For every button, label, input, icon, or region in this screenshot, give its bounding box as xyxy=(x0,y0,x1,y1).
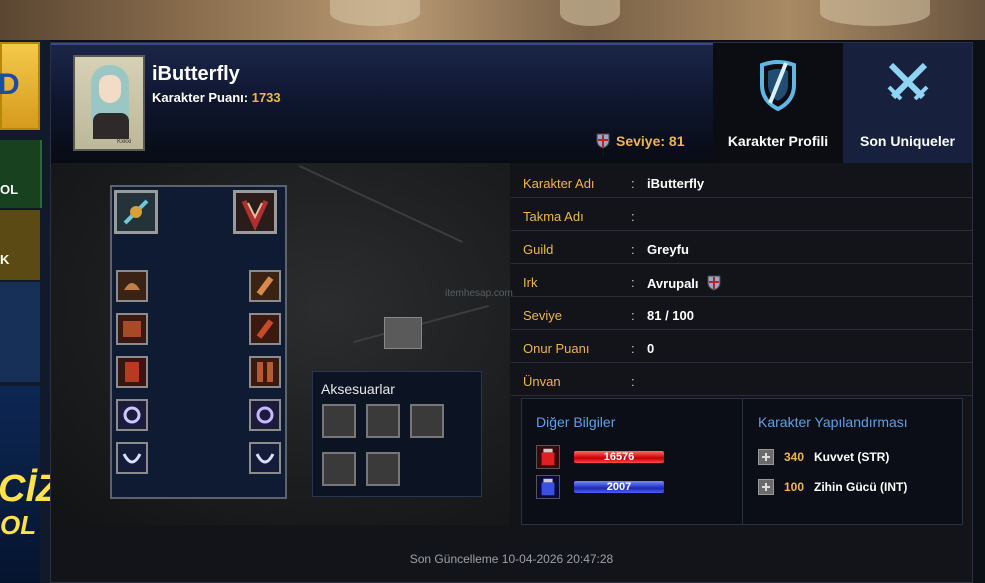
accessory-slot[interactable] xyxy=(322,404,356,438)
info-value: 81 / 100 xyxy=(647,308,694,323)
watermark: itemhesap.com xyxy=(445,288,513,299)
info-value: Greyfu xyxy=(647,242,689,257)
character-score-label: Karakter Puanı: xyxy=(152,90,249,105)
equipment-slot-shoulder[interactable] xyxy=(116,313,148,345)
sidebar-olive-button[interactable]: K xyxy=(0,210,40,280)
equipment-slot-necklace[interactable] xyxy=(116,442,148,474)
info-separator: : xyxy=(631,209,635,224)
background-roof xyxy=(820,0,930,26)
plus-icon xyxy=(758,449,774,465)
equipment-slot-weapon[interactable] xyxy=(114,190,158,234)
accessory-slot[interactable] xyxy=(366,452,400,486)
mp-bar: 2007 xyxy=(574,481,664,493)
info-key: Onur Puanı xyxy=(523,341,590,356)
equipment-slot-hands[interactable] xyxy=(249,270,281,302)
accessory-slot[interactable] xyxy=(322,452,356,486)
stat-value: 100 xyxy=(784,480,805,494)
info-row-race: Irk : Avrupalı xyxy=(511,264,972,297)
character-level: Seviye: 81 xyxy=(596,133,685,149)
hp-row: 16576 xyxy=(536,445,664,469)
character-portrait: Kxkxi xyxy=(73,55,145,151)
tab-character-profile-label: Karakter Profili xyxy=(727,133,829,149)
equipment-slot-earring[interactable] xyxy=(116,399,148,431)
stats-box: Diğer Bilgiler 16576 2007 Karakter Yapıl… xyxy=(521,398,963,525)
stat-row-str: 340 Kuvvet (STR) xyxy=(758,449,889,465)
map-building xyxy=(384,317,422,349)
race-shield-icon xyxy=(707,275,721,291)
equipment-slot-ring-1[interactable] xyxy=(249,399,281,431)
info-separator: : xyxy=(631,242,635,257)
background-roof xyxy=(560,0,620,26)
equipment-slot-shield[interactable] xyxy=(233,190,277,234)
info-key: Irk xyxy=(523,275,538,290)
stat-label: Kuvvet (STR) xyxy=(814,450,890,464)
accessory-slot[interactable] xyxy=(410,404,444,438)
poster-text-line2: OL xyxy=(0,510,37,540)
info-row-level: Seviye : 81 / 100 xyxy=(511,297,972,330)
crossed-swords-icon xyxy=(887,62,928,101)
tab-character-profile[interactable]: Karakter Profili xyxy=(713,43,843,163)
tab-last-uniques-label: Son Uniqueler xyxy=(860,133,955,149)
info-row-nickname: Takma Adı : xyxy=(511,198,972,231)
sidebar-green-button[interactable]: OL xyxy=(0,140,42,208)
info-separator: : xyxy=(631,374,635,389)
equipment-slot-feet[interactable] xyxy=(249,356,281,388)
info-value: 0 xyxy=(647,341,655,356)
info-key: Ünvan xyxy=(523,374,561,389)
tab-last-uniques[interactable]: Son Uniqueler xyxy=(843,43,972,163)
equipment-slot-head[interactable] xyxy=(116,270,148,302)
info-row-title: Ünvan : xyxy=(511,363,972,396)
equipment-slot-chest[interactable] xyxy=(116,356,148,388)
plus-icon xyxy=(758,479,774,495)
background-roof xyxy=(330,0,420,26)
info-key: Guild xyxy=(523,242,554,257)
background-banner xyxy=(0,0,985,40)
info-row-name: Karakter Adı : iButterfly xyxy=(511,165,972,198)
accessory-slot[interactable] xyxy=(366,404,400,438)
accessories-title: Aksesuarlar xyxy=(321,381,395,397)
character-info-table: Karakter Adı : iButterfly Takma Adı : Gu… xyxy=(511,165,972,396)
info-key: Karakter Adı xyxy=(523,176,595,191)
stat-value: 340 xyxy=(784,450,805,464)
mp-potion-icon xyxy=(536,475,560,499)
last-update: Son Güncelleme 10-04-2026 20:47:28 xyxy=(409,552,614,566)
equipment-slot-ring-2[interactable] xyxy=(249,442,281,474)
portrait-caption: Kxkxi xyxy=(117,139,132,145)
sidebar-blue-button[interactable] xyxy=(0,282,40,382)
info-separator: : xyxy=(631,308,635,323)
shield-sword-icon xyxy=(760,60,796,112)
hp-bar: 16576 xyxy=(574,451,664,463)
info-separator: : xyxy=(631,341,635,356)
character-score: Karakter Puanı: 1733 xyxy=(152,90,281,105)
info-separator: : xyxy=(631,275,635,290)
info-row-guild: Guild : Greyfu xyxy=(511,231,972,264)
sidebar-gold-button[interactable]: D xyxy=(0,42,40,130)
character-name: iButterfly xyxy=(152,63,240,85)
info-key: Takma Adı xyxy=(523,209,584,224)
info-value: Avrupalı xyxy=(647,275,699,291)
stat-row-int: 100 Zihin Gücü (INT) xyxy=(758,479,907,495)
race-shield-icon xyxy=(596,133,610,149)
build-title: Karakter Yapılandırması xyxy=(758,414,908,430)
info-row-honor: Onur Puanı : 0 xyxy=(511,330,972,363)
hp-potion-icon xyxy=(536,445,560,469)
info-key: Seviye xyxy=(523,308,563,323)
info-value: iButterfly xyxy=(647,176,705,191)
sidebar-olive-label: K xyxy=(0,252,10,267)
sidebar-gold-text: D xyxy=(0,68,20,101)
character-level-label: Seviye: 81 xyxy=(616,133,685,149)
info-separator: : xyxy=(631,176,635,191)
accessories-box: Aksesuarlar xyxy=(312,371,482,497)
mp-row: 2007 xyxy=(536,475,664,499)
equipment-slot-legs[interactable] xyxy=(249,313,281,345)
sidebar-green-label: OL xyxy=(0,182,19,197)
stat-label: Zihin Gücü (INT) xyxy=(814,480,908,494)
character-score-value: 1733 xyxy=(251,90,281,105)
other-info-title: Diğer Bilgiler xyxy=(536,414,616,430)
